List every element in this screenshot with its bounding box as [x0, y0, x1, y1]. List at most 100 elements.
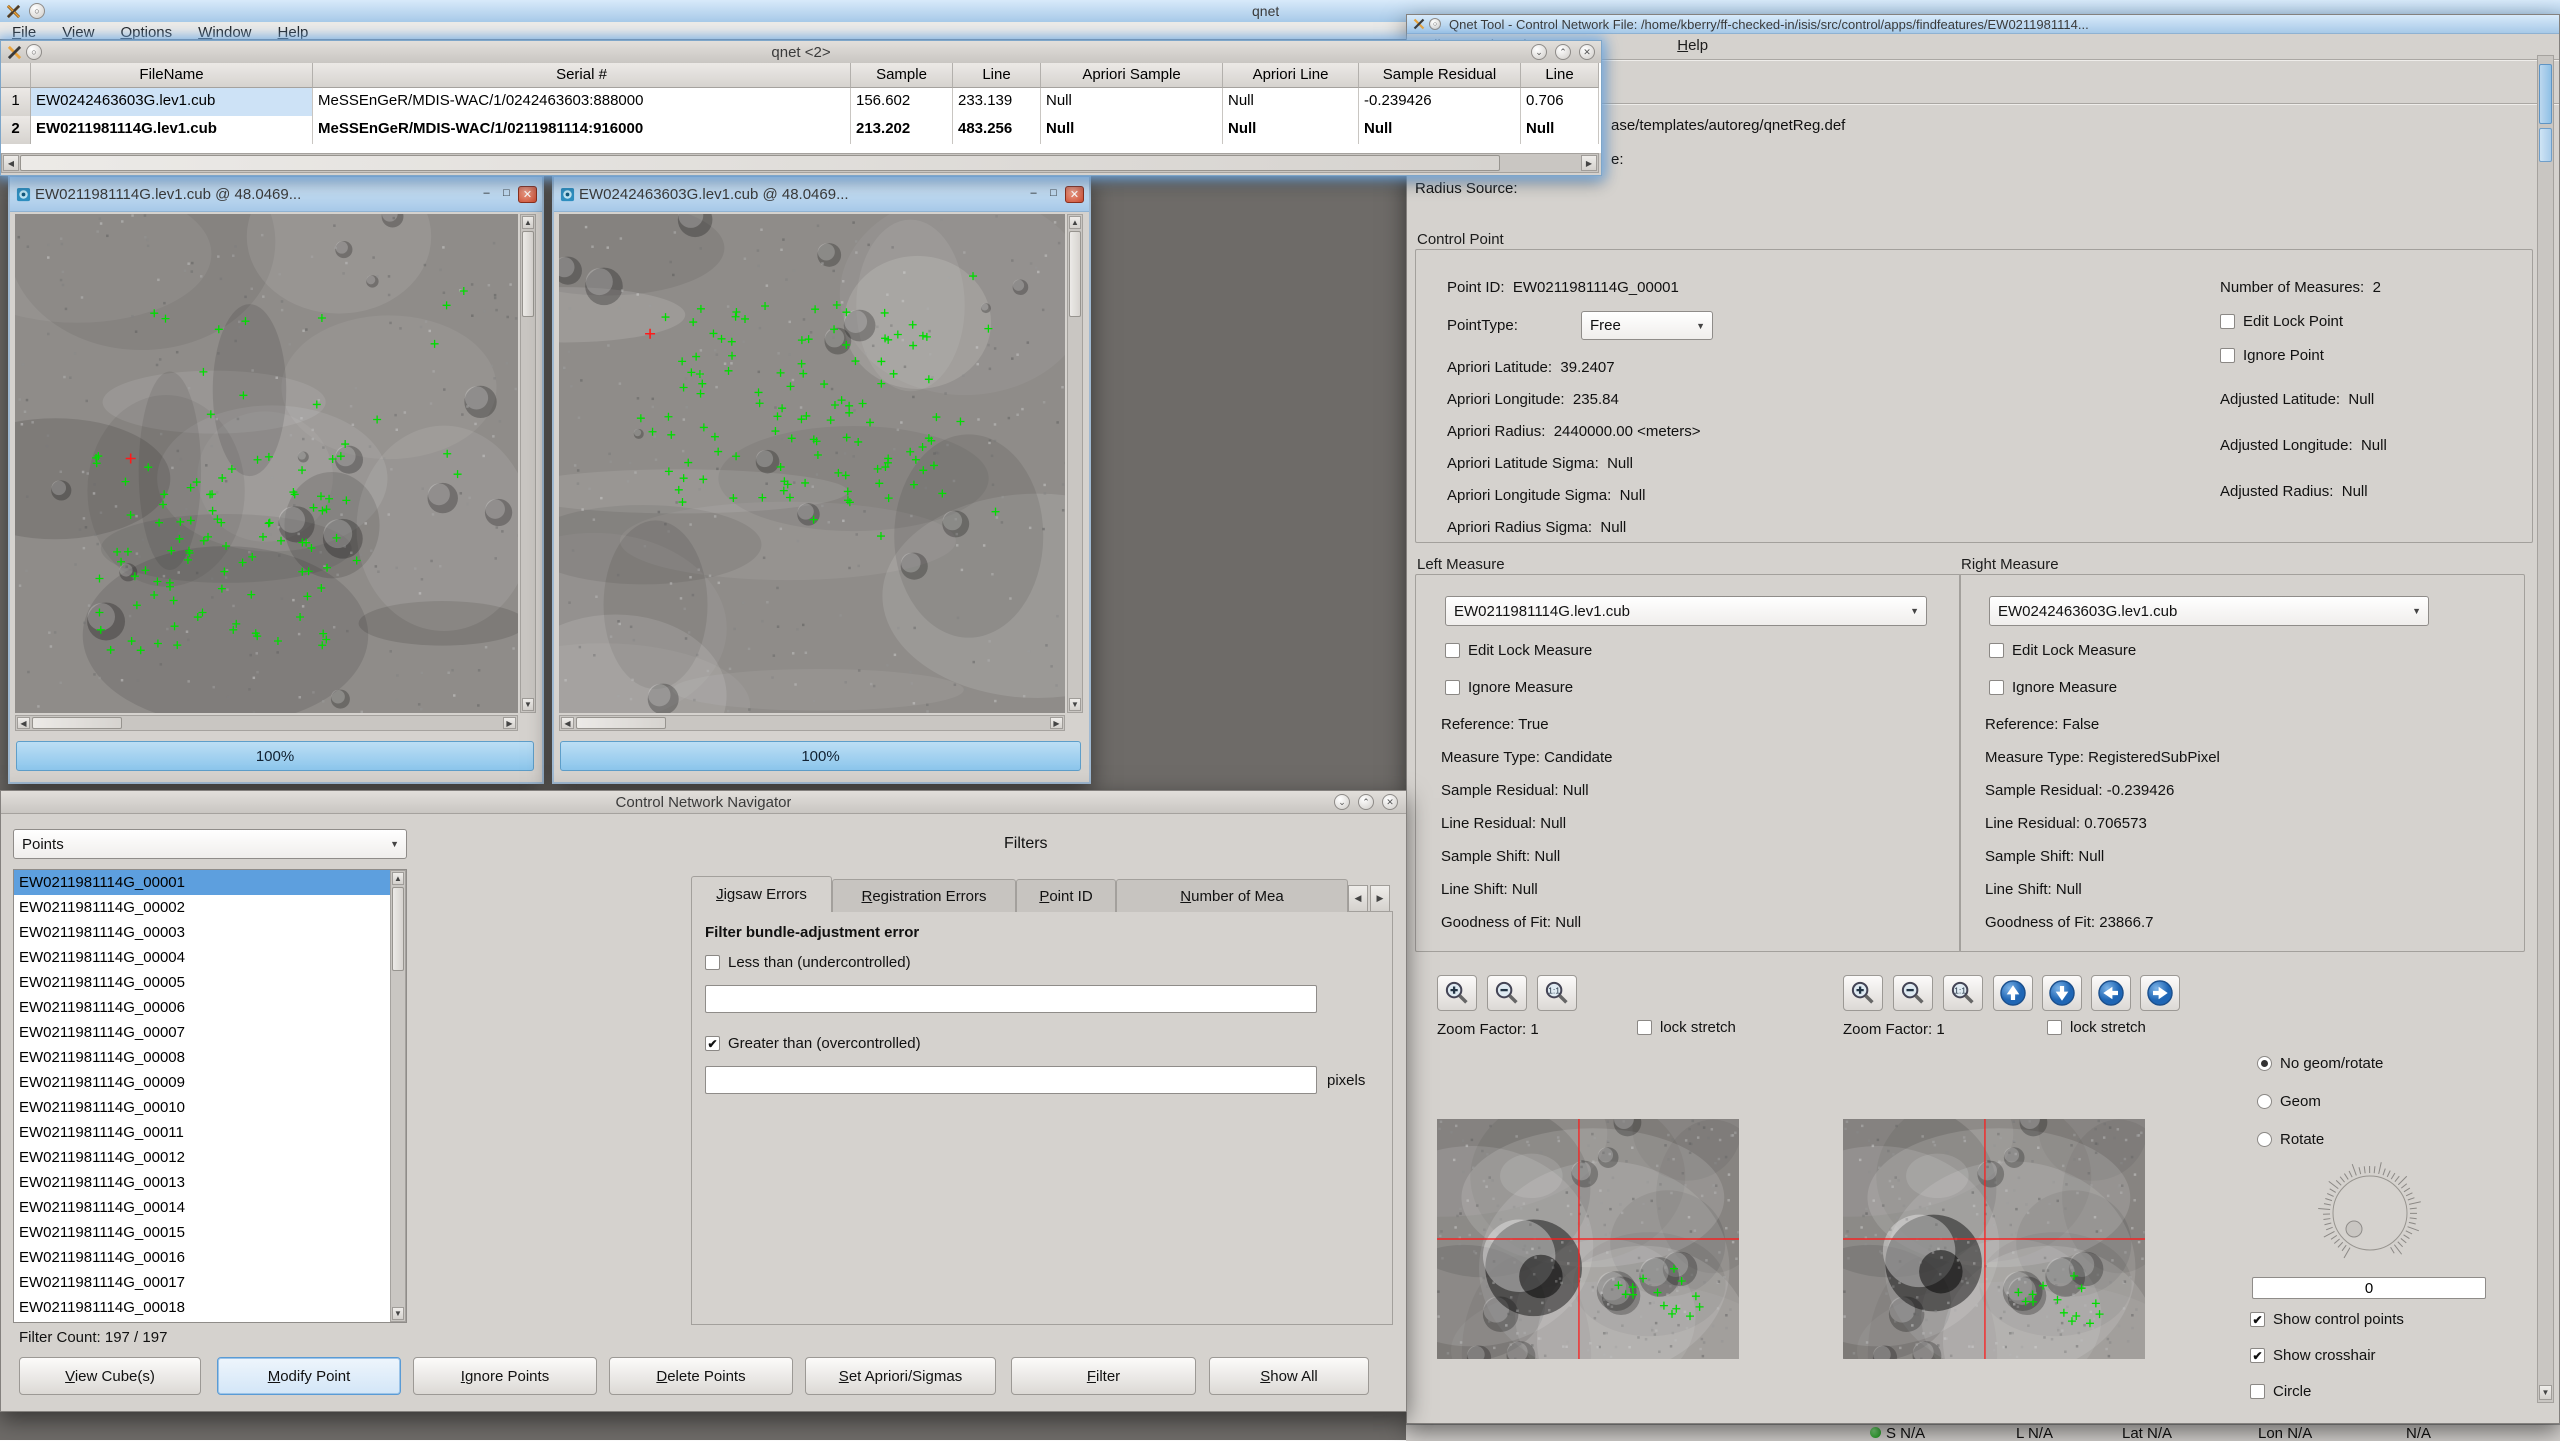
minimize-icon[interactable]: ⌄	[1531, 44, 1547, 60]
set-apriori-sigmas-button[interactable]: Set Apriori/Sigmas	[805, 1357, 996, 1395]
scroll-up-icon[interactable]: ▲	[1069, 216, 1081, 229]
table-row[interactable]: 2EW0211981114G.lev1.cubMeSSEnGeR/MDIS-WA…	[1, 116, 1601, 144]
maximize-icon[interactable]: ⌃	[1358, 794, 1374, 810]
list-item[interactable]: EW0211981114G_00019	[14, 1320, 406, 1323]
list-item[interactable]: EW0211981114G_00016	[14, 1245, 406, 1270]
tool-menu-help[interactable]: Help	[1677, 37, 1708, 54]
viewer1-zoom-button[interactable]: 100%	[16, 741, 534, 771]
table-cell[interactable]: EW0242463603G.lev1.cub	[31, 88, 313, 116]
maximize-icon[interactable]: □	[1045, 186, 1062, 201]
right-measure-chip-image[interactable]	[1843, 1119, 2145, 1359]
maximize-icon[interactable]: ⌃	[1555, 44, 1571, 60]
list-item[interactable]: EW0211981114G_00010	[14, 1095, 406, 1120]
tab-registration-errors[interactable]: Registration Errors	[832, 879, 1016, 912]
right-lock-stretch[interactable]: lock stretch	[2047, 1019, 2146, 1036]
modify-point-button[interactable]: Modify Point	[217, 1357, 401, 1395]
table-row[interactable]: 1EW0242463603G.lev1.cubMeSSEnGeR/MDIS-WA…	[1, 88, 1601, 116]
column-header-apriori-line[interactable]: Apriori Line	[1223, 63, 1359, 88]
tab-jigsaw-errors[interactable]: Jigsaw Errors	[691, 876, 832, 912]
column-header-line[interactable]: Line	[953, 63, 1041, 88]
checkbox-show-crosshair[interactable]: ✔Show crosshair	[2250, 1347, 2376, 1364]
viewer2-hscrollbar[interactable]: ◀ ▶	[559, 715, 1065, 731]
scroll-down-icon[interactable]: ▼	[2539, 1385, 2552, 1400]
show-all-button[interactable]: Show All	[1209, 1357, 1369, 1395]
main-menu-options[interactable]: Options	[120, 24, 172, 39]
points-list-vscrollbar[interactable]: ▲ ▼	[390, 870, 406, 1322]
table-cell[interactable]: 0.706	[1521, 88, 1599, 116]
scrollbar-thumb[interactable]	[576, 717, 666, 729]
zoom-in-icon[interactable]	[1843, 975, 1883, 1011]
scroll-right-icon[interactable]: ▶	[1050, 717, 1063, 729]
scrollbar-thumb[interactable]	[32, 717, 122, 729]
table-cell[interactable]: 213.202	[851, 116, 953, 144]
tab-number-of-mea[interactable]: Number of Mea	[1116, 879, 1348, 912]
table-cell[interactable]: 483.256	[953, 116, 1041, 144]
table-cell[interactable]: 156.602	[851, 88, 953, 116]
list-item[interactable]: EW0211981114G_00004	[14, 945, 406, 970]
radio-rotate[interactable]: Rotate	[2257, 1131, 2324, 1148]
pan-down-icon[interactable]	[2042, 975, 2082, 1011]
list-item[interactable]: EW0211981114G_00009	[14, 1070, 406, 1095]
scrollbar-thumb[interactable]	[20, 155, 1500, 171]
radio-no-geom-rotate[interactable]: No geom/rotate	[2257, 1055, 2383, 1072]
table-cell[interactable]: MeSSEnGeR/MDIS-WAC/1/0242463603:888000	[313, 88, 851, 116]
qnet-tool-titlebar[interactable]: ○ Qnet Tool - Control Network File: /hom…	[1407, 15, 2559, 34]
close-icon[interactable]: ✕	[1382, 794, 1398, 810]
list-item[interactable]: EW0211981114G_00012	[14, 1145, 406, 1170]
viewer2-titlebar[interactable]: EW0242463603G.lev1.cub @ 48.0469... – □ …	[554, 177, 1089, 212]
measure-cube-combo[interactable]: EW0211981114G.lev1.cub▼	[1445, 596, 1927, 626]
scroll-up-icon[interactable]: ▲	[392, 872, 404, 885]
close-icon[interactable]: ✕	[518, 186, 537, 203]
maximize-icon[interactable]: □	[498, 186, 515, 201]
radio-geom[interactable]: Geom	[2257, 1093, 2321, 1110]
zoom-1to1-icon[interactable]: 1:1	[1943, 975, 1983, 1011]
column-header-apriori-sample[interactable]: Apriori Sample	[1041, 63, 1223, 88]
scroll-right-icon[interactable]: ▶	[503, 717, 516, 729]
list-item[interactable]: EW0211981114G_00002	[14, 895, 406, 920]
viewer1-vscrollbar[interactable]: ▲ ▼	[520, 214, 536, 713]
list-item[interactable]: EW0211981114G_00003	[14, 920, 406, 945]
column-header-line[interactable]: Line	[1521, 63, 1599, 88]
delete-points-button[interactable]: Delete Points	[609, 1357, 793, 1395]
window-menu-icon[interactable]: ○	[26, 44, 42, 60]
list-item[interactable]: EW0211981114G_00014	[14, 1195, 406, 1220]
table-cell[interactable]: -0.239426	[1359, 88, 1521, 116]
viewer1-hscrollbar[interactable]: ◀ ▶	[15, 715, 518, 731]
ignore-points-button[interactable]: Ignore Points	[413, 1357, 597, 1395]
scroll-left-icon[interactable]: ◀	[3, 155, 19, 171]
list-item[interactable]: EW0211981114G_00001	[14, 870, 406, 895]
points-combo[interactable]: Points▼	[13, 829, 407, 859]
table-cell[interactable]: Null	[1521, 116, 1599, 144]
greater-than-input[interactable]	[705, 1066, 1317, 1094]
list-item[interactable]: EW0211981114G_00011	[14, 1120, 406, 1145]
qnet-tool-vscrollbar[interactable]: ▼	[2537, 55, 2554, 1403]
qnet2-hscrollbar[interactable]: ◀ ▶	[1, 153, 1599, 173]
left-lock-stretch[interactable]: lock stretch	[1637, 1019, 1736, 1036]
table-cell[interactable]: Null	[1359, 116, 1521, 144]
scroll-up-icon[interactable]: ▲	[522, 216, 534, 229]
scroll-right-icon[interactable]: ▶	[1581, 155, 1597, 171]
table-cell[interactable]: MeSSEnGeR/MDIS-WAC/1/0211981114:916000	[313, 116, 851, 144]
checkbox-show-control-points[interactable]: ✔Show control points	[2250, 1311, 2404, 1328]
viewer2-vscrollbar[interactable]: ▲ ▼	[1067, 214, 1083, 713]
tab-point-id[interactable]: Point ID	[1016, 879, 1116, 912]
minimize-icon[interactable]: –	[1025, 186, 1042, 201]
scroll-down-icon[interactable]: ▼	[392, 1307, 404, 1320]
scrollbar-thumb[interactable]	[2539, 64, 2552, 124]
minimize-icon[interactable]: ⌄	[1334, 794, 1350, 810]
table-cell[interactable]: Null	[1041, 116, 1223, 144]
main-menu-file[interactable]: File	[12, 24, 36, 39]
zoom-in-icon[interactable]	[1437, 975, 1477, 1011]
rotation-dial[interactable]	[2295, 1143, 2445, 1289]
scrollbar-thumb[interactable]	[392, 887, 404, 971]
scroll-down-icon[interactable]: ▼	[1069, 698, 1081, 711]
view-cube-s--button[interactable]: View Cube(s)	[19, 1357, 201, 1395]
close-icon[interactable]: ✕	[1065, 186, 1084, 203]
measure-checkbox-edit-lock-measure[interactable]: Edit Lock Measure	[1445, 642, 1592, 659]
window-menu-icon[interactable]: ○	[29, 3, 45, 19]
main-menu-view[interactable]: View	[62, 24, 94, 39]
main-menu-help[interactable]: Help	[278, 24, 309, 39]
point-type-combo[interactable]: Free▼	[1581, 311, 1713, 340]
list-item[interactable]: EW0211981114G_00017	[14, 1270, 406, 1295]
list-item[interactable]: EW0211981114G_00013	[14, 1170, 406, 1195]
